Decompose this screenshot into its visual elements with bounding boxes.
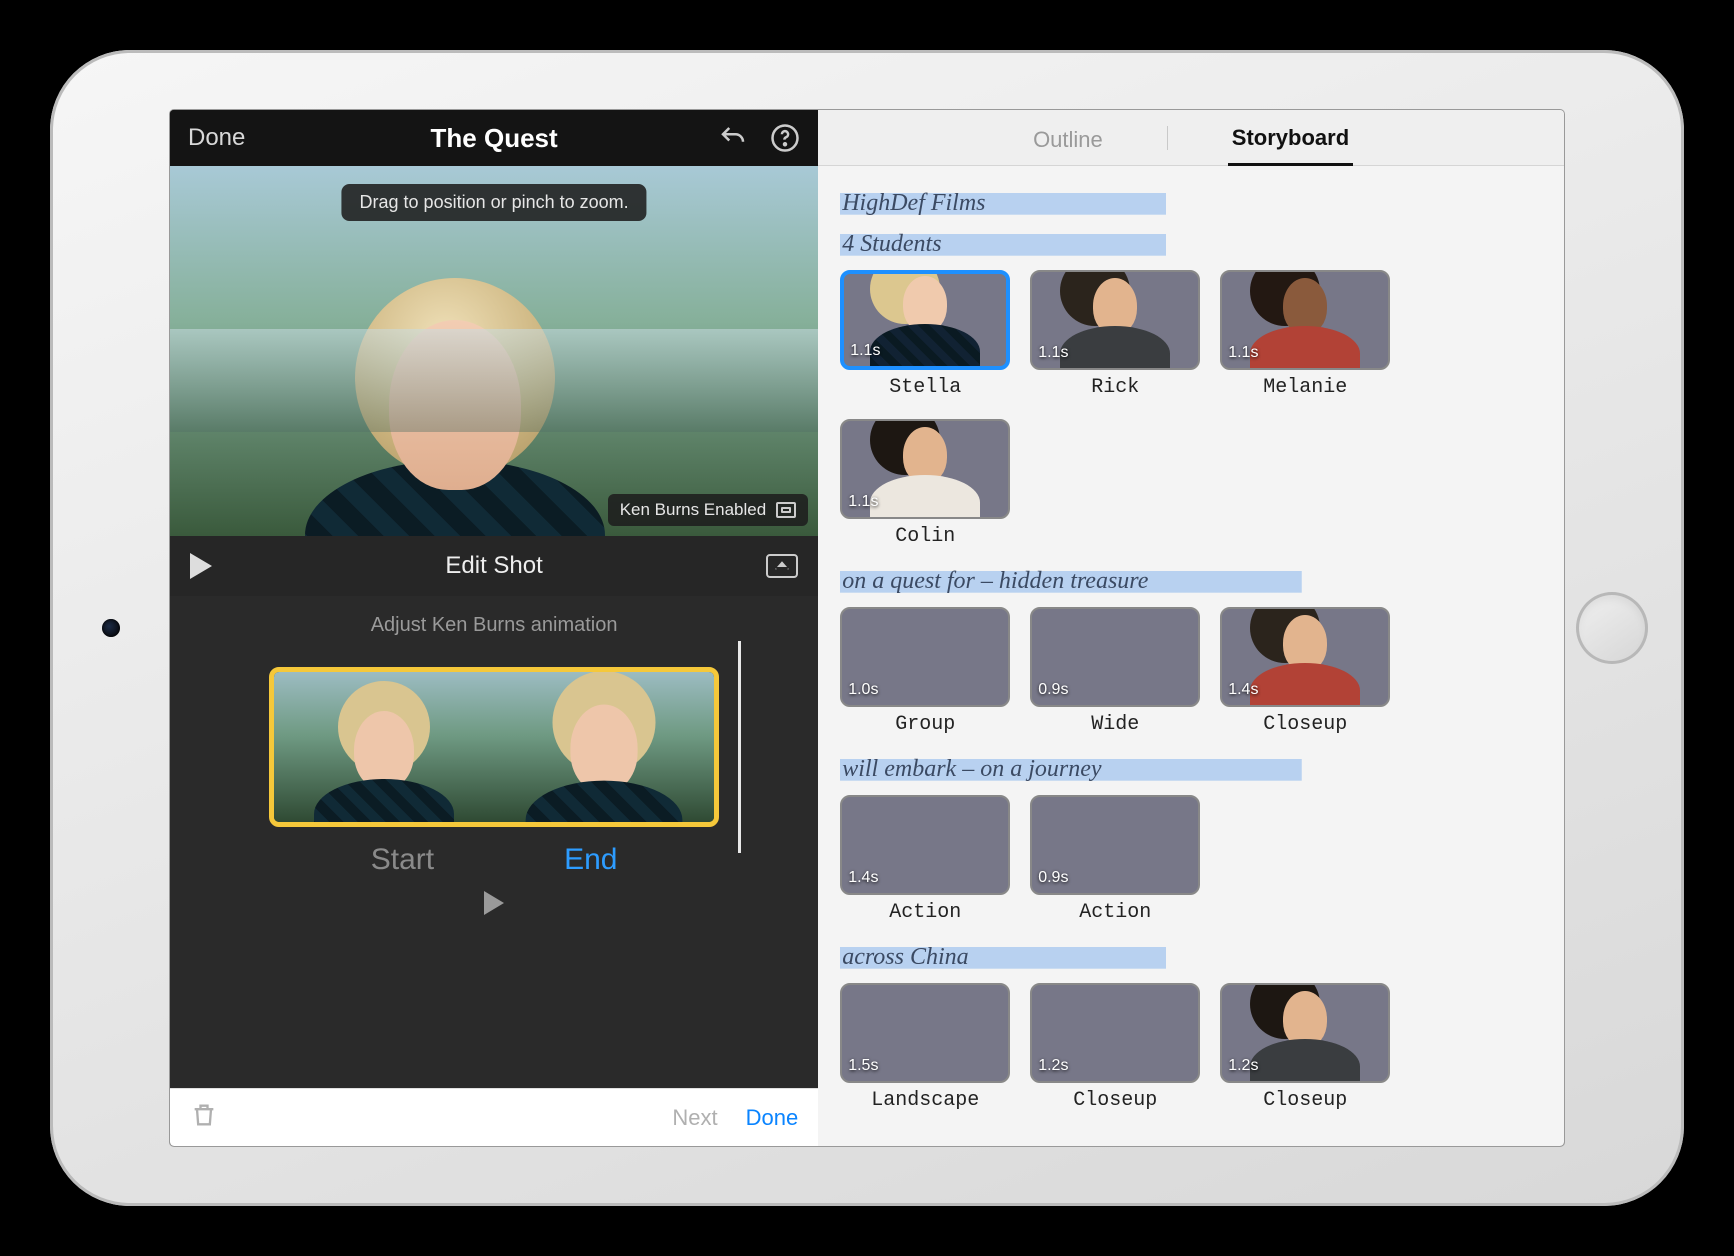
shot-duration: 1.5s [848,1057,878,1075]
ipad-home-button[interactable] [1576,592,1648,664]
shot-thumbnail[interactable]: 0.9s [1030,795,1200,895]
shot-duration: 1.4s [848,869,878,887]
project-title: The Quest [431,123,558,154]
shot-row: 1.0s Group 0.9s Wide 1.4s Closeup [840,607,1536,736]
shot-landscape[interactable]: 1.5s Landscape [840,983,1010,1112]
storyboard-body[interactable]: HighDef Films 4 Students 1.1s Stella 1.1s Ric… [818,166,1564,1146]
viewer-hint: Drag to position or pinch to zoom. [342,184,647,221]
end-tab[interactable]: End [564,843,617,877]
shot-duration: 1.1s [1038,344,1068,362]
next-button[interactable]: Next [672,1105,717,1131]
shot-caption: Rick [1030,376,1200,399]
shot-thumbnail[interactable]: 1.1s [840,270,1010,370]
shot-caption: Melanie [1220,376,1390,399]
shot-caption: Closeup [1220,713,1390,736]
shot-duration: 1.4s [1228,681,1258,699]
preview-viewer[interactable]: Drag to position or pinch to zoom. Ken B… [170,166,818,536]
shot-caption: Wide [1030,713,1200,736]
shot-thumbnail[interactable]: 1.1s [1030,270,1200,370]
shot-thumbnail[interactable]: 1.4s [840,795,1010,895]
shot-caption: Stella [840,376,1010,399]
shot-row: 1.5s Landscape 1.2s Closeup 1.2s Closeup [840,983,1536,1112]
shot-wide[interactable]: 0.9s Wide [1030,607,1200,736]
app-screen: Done The Quest [170,110,1564,1146]
shot-duration: 1.1s [850,342,880,360]
shot-melanie[interactable]: 1.1s Melanie [1220,270,1390,399]
preview-subject [325,250,585,536]
shot-thumbnail[interactable]: 1.1s [1220,270,1390,370]
section-heading[interactable]: across China [840,942,1257,973]
undo-icon[interactable] [718,123,748,153]
shot-closeup2[interactable]: 1.2s Closeup [1030,983,1200,1112]
crop-icon [776,502,796,518]
done-bottom-button[interactable]: Done [746,1105,799,1131]
shot-duration: 1.1s [848,493,878,511]
ipad-frame: Done The Quest [50,50,1684,1206]
ken-burns-label: Ken Burns Enabled [620,500,767,520]
shot-thumbnail[interactable]: 1.0s [840,607,1010,707]
play-button[interactable] [190,553,212,579]
editor-bottombar: Next Done [170,1088,818,1146]
tab-storyboard[interactable]: Storyboard [1228,113,1353,166]
start-keyframe[interactable] [274,672,494,822]
shot-caption: Closeup [1220,1089,1390,1112]
shot-duration: 1.1s [1228,344,1258,362]
edit-midbar: Edit Shot [170,536,818,596]
shot-rick[interactable]: 1.1s Rick [1030,270,1200,399]
storyboard-panel: Outline Storyboard HighDef Films 4 Studen… [818,110,1564,1146]
trash-icon[interactable] [190,1101,218,1134]
right-tabs: Outline Storyboard [818,110,1564,166]
shot-caption: Colin [840,525,1010,548]
shot-duration: 1.2s [1228,1057,1258,1075]
shot-thumbnail[interactable]: 1.1s [840,419,1010,519]
playhead[interactable] [738,641,741,853]
shot-group[interactable]: 1.0s Group [840,607,1010,736]
shot-duration: 0.9s [1038,681,1068,699]
shot-closeup1[interactable]: 1.4s Closeup [1220,607,1390,736]
shot-thumbnail[interactable]: 1.2s [1030,983,1200,1083]
section-heading[interactable]: will embark – on a journey [840,754,1431,785]
done-button[interactable]: Done [188,124,245,152]
shot-closeup3[interactable]: 1.2s Closeup [1220,983,1390,1112]
shot-thumbnail[interactable]: 1.5s [840,983,1010,1083]
end-keyframe[interactable] [494,672,714,822]
shot-caption: Action [840,901,1010,924]
adjust-label: Adjust Ken Burns animation [371,614,618,637]
shot-duration: 1.0s [848,681,878,699]
shot-action1[interactable]: 1.4s Action [840,795,1010,924]
shot-row: 1.4s Action 0.9s Action [840,795,1536,924]
section-heading[interactable]: HighDef Films [840,188,1257,219]
section-subheading[interactable]: 4 Students [840,229,1257,260]
ipad-camera [102,619,120,637]
shot-caption: Group [840,713,1010,736]
editor-topbar: Done The Quest [170,110,818,166]
shot-row: 1.1s Stella 1.1s Rick 1.1s Melanie 1.1s Colin [840,270,1536,548]
shot-thumbnail[interactable]: 1.4s [1220,607,1390,707]
shot-caption: Action [1030,901,1200,924]
shot-caption: Landscape [840,1089,1010,1112]
shot-thumbnail[interactable]: 0.9s [1030,607,1200,707]
ken-burns-panel: Adjust Ken Burns animation Start End [170,596,818,1088]
tab-separator [1167,126,1168,150]
editor-panel: Done The Quest [170,110,818,1146]
shot-caption: Closeup [1030,1089,1200,1112]
tab-outline[interactable]: Outline [1029,115,1107,165]
airplay-icon[interactable] [766,554,798,578]
shot-colin[interactable]: 1.1s Colin [840,419,1010,548]
section-heading[interactable]: on a quest for – hidden treasure [840,566,1431,597]
shot-thumbnail[interactable]: 1.2s [1220,983,1390,1083]
keyframes-row[interactable] [269,667,719,827]
shot-action2[interactable]: 0.9s Action [1030,795,1200,924]
shot-stella[interactable]: 1.1s Stella [840,270,1010,399]
shot-duration: 1.2s [1038,1057,1068,1075]
start-tab[interactable]: Start [371,843,434,877]
ken-burns-badge[interactable]: Ken Burns Enabled [608,494,809,526]
help-icon[interactable] [770,123,800,153]
edit-shot-label: Edit Shot [445,552,542,580]
preview-play-button[interactable] [484,891,504,915]
shot-duration: 0.9s [1038,869,1068,887]
